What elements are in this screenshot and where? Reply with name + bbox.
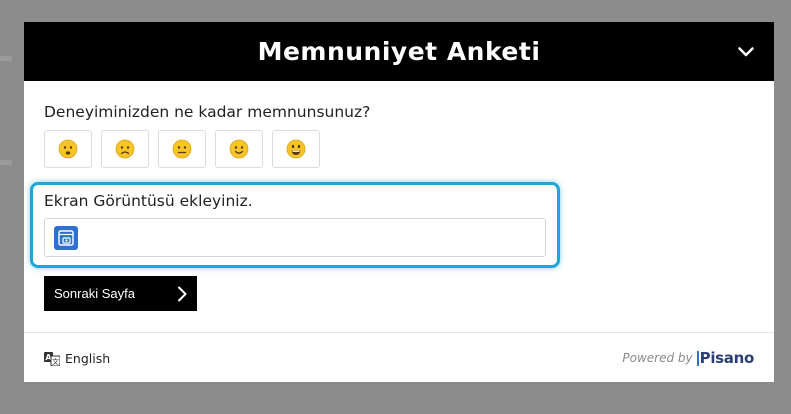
translate-icon: A 文 bbox=[44, 351, 60, 366]
rating-option-4[interactable] bbox=[215, 130, 263, 168]
rating-options bbox=[44, 130, 320, 168]
chevron-right-icon bbox=[178, 286, 187, 301]
neutral-face-icon bbox=[172, 139, 192, 159]
collapse-button[interactable] bbox=[734, 40, 758, 64]
pisano-brand-name: Pisano bbox=[699, 349, 755, 367]
pisano-logo-mark bbox=[696, 350, 699, 366]
sad-face-icon bbox=[115, 139, 135, 159]
next-page-button[interactable]: Sonraki Sayfa bbox=[44, 276, 197, 311]
svg-text:文: 文 bbox=[52, 357, 59, 366]
survey-header: Memnuniyet Anketi bbox=[24, 22, 774, 81]
grin-face-icon bbox=[286, 139, 306, 159]
language-selector[interactable]: A 文 English bbox=[44, 351, 110, 366]
rating-option-2[interactable] bbox=[101, 130, 149, 168]
screenshot-upload-field[interactable] bbox=[44, 218, 546, 257]
angry-face-icon bbox=[58, 139, 78, 159]
background-mark bbox=[0, 160, 12, 165]
rating-option-1[interactable] bbox=[44, 130, 92, 168]
screenshot-upload-section: Ekran Görüntüsü ekleyiniz. bbox=[30, 182, 560, 268]
rating-option-5[interactable] bbox=[272, 130, 320, 168]
satisfaction-question: Deneyiminizden ne kadar memnunsunuz? bbox=[44, 103, 371, 121]
language-label: English bbox=[65, 351, 111, 366]
powered-by-text: Powered by bbox=[622, 351, 693, 365]
survey-footer: A 文 English Powered by Pisano bbox=[24, 332, 774, 382]
screenshot-frame-icon bbox=[58, 230, 74, 246]
next-page-label: Sonraki Sayfa bbox=[54, 286, 135, 301]
rating-option-3[interactable] bbox=[158, 130, 206, 168]
smile-face-icon bbox=[229, 139, 249, 159]
pisano-logo[interactable]: Pisano bbox=[696, 349, 755, 367]
powered-by: Powered by Pisano bbox=[622, 349, 754, 367]
upload-label: Ekran Görüntüsü ekleyiniz. bbox=[44, 192, 253, 210]
screenshot-upload-icon[interactable] bbox=[54, 226, 78, 250]
chevron-down-icon bbox=[738, 47, 754, 57]
background-mark bbox=[0, 56, 12, 61]
survey-title: Memnuniyet Anketi bbox=[257, 37, 541, 66]
survey-modal: Memnuniyet Anketi Deneyiminizden ne kada… bbox=[24, 22, 774, 382]
